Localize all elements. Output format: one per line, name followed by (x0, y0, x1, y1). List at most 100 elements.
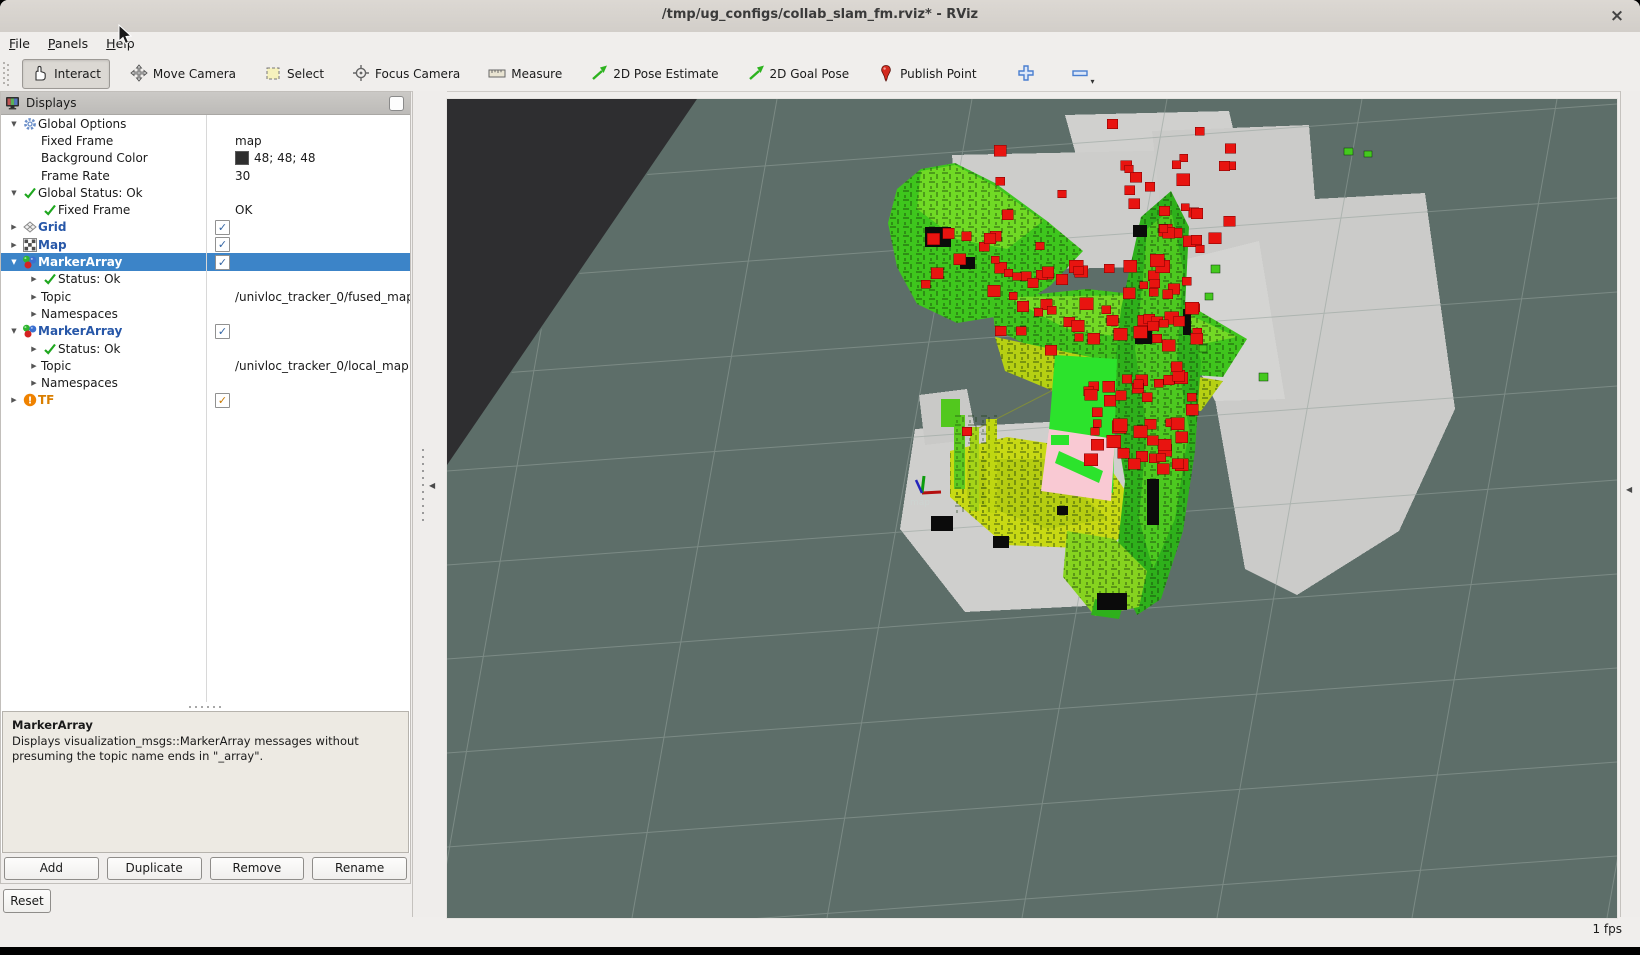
left-splitter[interactable]: ◀ (412, 91, 447, 917)
window-title: /tmp/ug_configs/collab_slam_fm.rviz* - R… (661, 7, 979, 22)
tree-column-divider[interactable] (206, 115, 207, 702)
property-value[interactable]: map (235, 134, 262, 148)
property-value[interactable]: 48; 48; 48 (254, 151, 316, 165)
property-value[interactable]: OK (235, 203, 252, 217)
markers-icon (21, 255, 38, 269)
color-swatch[interactable] (235, 151, 249, 166)
enabled-checkbox[interactable]: ✓ (215, 392, 230, 408)
remove-tool-button[interactable]: ▾ (1063, 60, 1103, 88)
right-splitter[interactable]: ◀ (1620, 91, 1640, 917)
description-splitter-handle[interactable] (1, 702, 410, 711)
check-icon (41, 342, 58, 356)
expander-closed-icon[interactable]: ▶ (27, 379, 41, 387)
add-tool-button[interactable] (1009, 60, 1043, 88)
check-icon (21, 186, 38, 200)
title-bar[interactable]: /tmp/ug_configs/collab_slam_fm.rviz* - R… (0, 0, 1640, 33)
expander-closed-icon[interactable]: ▶ (7, 396, 21, 404)
display-label: Fixed Frame (58, 203, 131, 218)
3d-viewport[interactable]: map (446, 98, 1618, 919)
expander-closed-icon[interactable]: ▶ (7, 223, 21, 231)
panel-float-button[interactable] (389, 95, 404, 111)
fps-counter: 1 fps (1592, 922, 1622, 936)
menu-item-help[interactable]: Help (97, 32, 144, 51)
map-pin-icon (877, 64, 895, 85)
display-label: Background Color (41, 151, 148, 166)
grid-icon (21, 220, 38, 234)
close-icon[interactable]: × (1606, 5, 1628, 27)
add-button[interactable]: Add (4, 856, 99, 880)
rename-button[interactable]: Rename (312, 856, 407, 880)
green-arrow-icon (590, 64, 608, 85)
expander-closed-icon[interactable]: ▶ (27, 293, 41, 301)
tool-focus-camera[interactable]: Focus Camera (344, 60, 468, 88)
display-label: MarkerArray (38, 324, 123, 339)
expander-closed-icon[interactable]: ▶ (27, 310, 41, 318)
property-value[interactable]: /univloc_tracker_0/fused_map (235, 290, 410, 304)
displays-icon (6, 97, 19, 110)
expander-open-icon[interactable]: ▼ (7, 327, 21, 335)
enabled-checkbox[interactable]: ✓ (215, 237, 230, 253)
enabled-checkbox[interactable]: ✓ (215, 219, 230, 235)
expander-closed-icon[interactable]: ▶ (7, 241, 21, 249)
description-panel: MarkerArray Displays visualization_msgs:… (2, 711, 409, 853)
display-label: Fixed Frame (41, 133, 114, 148)
displays-tree: ▼ Global Options Fixed Frame map Background … (1, 115, 410, 702)
hand-icon (31, 64, 49, 85)
select-box-icon (264, 64, 282, 85)
check-icon (41, 203, 58, 217)
display-label: Namespaces (41, 306, 118, 321)
focus-camera-icon (352, 64, 370, 85)
screen-edge (0, 947, 1640, 955)
duplicate-button[interactable]: Duplicate (106, 856, 202, 880)
enabled-checkbox[interactable]: ✓ (215, 323, 230, 339)
warning-icon: ! (21, 393, 38, 407)
menu-bar: File Panels Help (0, 32, 1640, 58)
tool-publish-point[interactable]: Publish Point (869, 60, 984, 88)
remove-button[interactable]: Remove (209, 856, 305, 880)
tool-2d-pose-estimate[interactable]: 2D Pose Estimate (582, 60, 726, 88)
displays-panel-header[interactable]: Displays (1, 92, 410, 115)
tf-frame-label: map (910, 498, 930, 508)
tool-measure[interactable]: Measure (480, 60, 570, 88)
display-label: Topic (41, 289, 72, 304)
tool-select[interactable]: Select (256, 60, 332, 88)
display-label: Grid (38, 220, 67, 235)
expander-open-icon[interactable]: ▼ (7, 189, 21, 197)
display-label: Global Options (38, 116, 127, 131)
green-arrow-icon (747, 64, 765, 85)
displays-panel: Displays ▼ Global Options Fixed Frame map Ba… (0, 91, 411, 884)
display-label: TF (38, 393, 55, 408)
displays-buttons-row: Add Duplicate Remove Rename (1, 853, 410, 883)
menu-item-file[interactable]: File (0, 32, 39, 51)
expander-closed-icon[interactable]: ▶ (27, 362, 41, 370)
check-icon (41, 272, 58, 286)
plus-tool-icon (1017, 64, 1035, 85)
map-icon (21, 237, 38, 252)
property-value[interactable]: 30 (235, 169, 250, 183)
display-label: Namespaces (41, 376, 118, 391)
toolbar-grip-icon[interactable] (3, 62, 9, 86)
panel-collapse-left-icon[interactable]: ◀ (429, 481, 435, 490)
display-label: Global Status: Ok (38, 185, 143, 200)
markers-icon (21, 324, 38, 338)
tool-interact[interactable]: Interact (22, 59, 110, 89)
expander-closed-icon[interactable]: ▶ (27, 345, 41, 353)
gear-icon (21, 117, 38, 131)
description-body: Displays visualization_msgs::MarkerArray… (12, 733, 359, 764)
reset-button[interactable]: Reset (3, 889, 51, 913)
tool-2d-goal-pose[interactable]: 2D Goal Pose (739, 60, 858, 88)
minus-tool-icon (1071, 64, 1089, 85)
description-title: MarkerArray (12, 718, 93, 732)
tool-move-camera[interactable]: Move Camera (122, 60, 244, 88)
expander-open-icon[interactable]: ▼ (7, 258, 21, 266)
enabled-checkbox[interactable]: ✓ (215, 254, 230, 270)
dropdown-icon: ▾ (1090, 77, 1095, 86)
display-label: Frame Rate (41, 168, 110, 183)
property-value[interactable]: /univloc_tracker_0/local_map (235, 359, 409, 373)
menu-item-panels[interactable]: Panels (39, 32, 97, 51)
expander-closed-icon[interactable]: ▶ (27, 275, 41, 283)
display-label: MarkerArray (38, 255, 123, 270)
svg-text:!: ! (27, 396, 32, 407)
expander-open-icon[interactable]: ▼ (7, 120, 21, 128)
panel-collapse-right-icon[interactable]: ◀ (1626, 485, 1632, 494)
